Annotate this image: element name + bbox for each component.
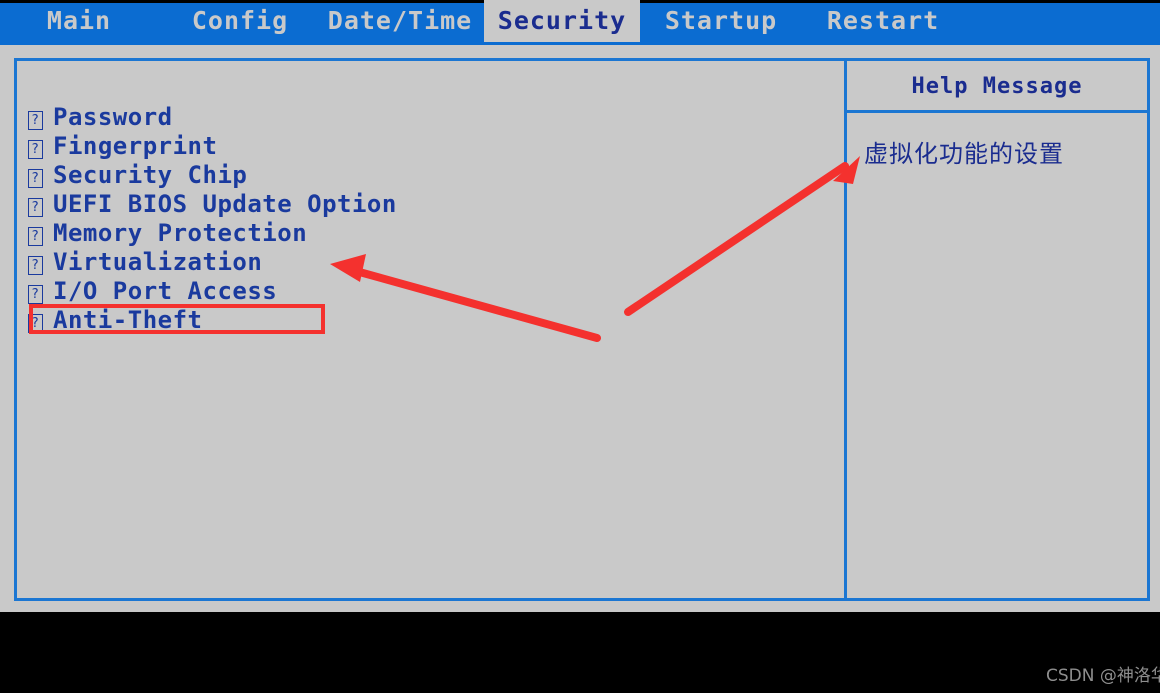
menu-item-anti-theft[interactable]: ? Anti-Theft <box>28 306 397 335</box>
missing-glyph-icon: ? <box>28 198 43 217</box>
missing-glyph-icon: ? <box>28 256 43 275</box>
menu-item-label: Anti-Theft <box>53 306 203 334</box>
menu-item-label: I/O Port Access <box>53 277 278 305</box>
menu-item-virtualization[interactable]: ? Virtualization <box>28 248 397 277</box>
status-bar: F1帮助信息↑ ↓选择内容项目-/+更改值F9载入默认值ESC退出BIOS→ ←… <box>0 612 1160 693</box>
menu-item-label: Fingerprint <box>53 132 218 160</box>
missing-glyph-icon: ? <box>28 314 43 333</box>
help-message-panel: Help Message 虚拟化功能的设置 <box>847 58 1150 601</box>
menu-item-i-o-port-access[interactable]: ? I/O Port Access <box>28 277 397 306</box>
missing-glyph-icon: ? <box>28 227 43 246</box>
missing-glyph-icon: ? <box>28 285 43 304</box>
menu-item-password[interactable]: ? Password <box>28 103 397 132</box>
tab-security[interactable]: Security <box>484 0 640 42</box>
tab-main[interactable]: Main <box>14 0 144 42</box>
menu-item-label: Virtualization <box>53 248 263 276</box>
help-message-text: 虚拟化功能的设置 <box>864 140 1064 168</box>
watermark: CSDN @神洛华 <box>1046 666 1160 686</box>
tab-date-time[interactable]: Date/Time <box>318 0 482 42</box>
security-menu-list: ? Password? Fingerprint? Security Chip? UEFI… <box>28 103 397 335</box>
tab-restart[interactable]: Restart <box>812 0 954 42</box>
missing-glyph-icon: ? <box>28 169 43 188</box>
help-message-header: Help Message <box>847 61 1147 113</box>
menu-item-label: Memory Protection <box>53 219 308 247</box>
menu-item-label: UEFI BIOS Update Option <box>53 190 397 218</box>
tab-config[interactable]: Config <box>168 0 312 42</box>
bios-setup-screen: Main Config Date/Time Security Startup R… <box>0 0 1160 693</box>
menu-item-label: Password <box>53 103 173 131</box>
tab-startup[interactable]: Startup <box>652 0 790 42</box>
menu-item-label: Security Chip <box>53 161 248 189</box>
missing-glyph-icon: ? <box>28 140 43 159</box>
menu-item-security-chip[interactable]: ? Security Chip <box>28 161 397 190</box>
security-menu-panel: ? Password? Fingerprint? Security Chip? UEFI… <box>14 58 847 601</box>
menu-item-fingerprint[interactable]: ? Fingerprint <box>28 132 397 161</box>
menu-item-memory-protection[interactable]: ? Memory Protection <box>28 219 397 248</box>
menu-item-uefi-bios-update-option[interactable]: ? UEFI BIOS Update Option <box>28 190 397 219</box>
body-area: ? Password? Fingerprint? Security Chip? UEFI… <box>0 49 1160 612</box>
missing-glyph-icon: ? <box>28 111 43 130</box>
